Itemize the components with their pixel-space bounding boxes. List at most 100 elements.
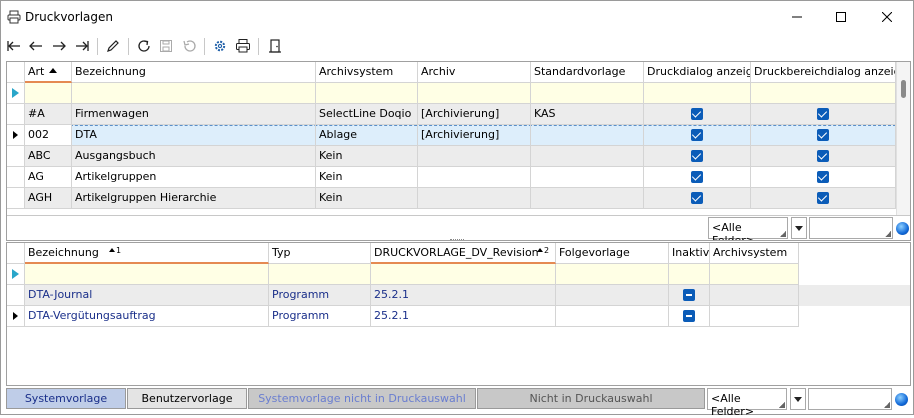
- filter-cell-druckbereichdialog[interactable]: [751, 83, 896, 104]
- column-header-archivsystem[interactable]: Archivsystem: [316, 62, 418, 83]
- column-header-bezeichnung[interactable]: Bezeichnung: [72, 62, 316, 83]
- bottom-filter-search-input[interactable]: [808, 388, 892, 410]
- cell-archivsystem: [710, 306, 799, 327]
- checkbox-checked[interactable]: [691, 171, 703, 183]
- column-header-bezeichnung[interactable]: Bezeichnung 1: [25, 243, 269, 264]
- row-indicator: [7, 104, 25, 125]
- cell-folgevorlage: [556, 306, 669, 327]
- prev-record-icon: [29, 41, 42, 51]
- save-button[interactable]: [155, 35, 177, 57]
- refresh-button[interactable]: [133, 35, 155, 57]
- resize-grip-icon: [884, 402, 890, 408]
- cell-standardvorlage: [531, 125, 644, 146]
- sort-order-badge: 2: [544, 246, 550, 255]
- filter-cell-bezeichnung[interactable]: [25, 264, 269, 285]
- column-header-typ[interactable]: Typ: [269, 243, 371, 264]
- scrollbar-thumb[interactable]: [901, 80, 906, 98]
- print-button[interactable]: [232, 35, 254, 57]
- filter-row: [7, 83, 910, 104]
- filter-cell-archiv[interactable]: [418, 83, 531, 104]
- settings-gear-icon: [214, 40, 226, 52]
- maximize-button[interactable]: [819, 1, 863, 33]
- splitter-grip[interactable]: [450, 239, 464, 241]
- first-record-button[interactable]: [3, 35, 25, 57]
- checkbox-checked[interactable]: [817, 108, 829, 120]
- table-row[interactable]: AG Artikelgruppen Kein: [7, 167, 910, 188]
- checkbox-checked[interactable]: [691, 150, 703, 162]
- resize-grip-icon: [885, 231, 891, 237]
- filter-cell-typ[interactable]: [269, 264, 371, 285]
- bottom-field-filter-dropdown[interactable]: [790, 388, 806, 410]
- row-indicator: [7, 306, 25, 327]
- close-icon: [882, 12, 892, 22]
- vorlagen-grid: Bezeichnung 1 Typ DRUCKVORLAGE_DV_Revisi…: [6, 242, 911, 386]
- globe-search-icon[interactable]: [895, 393, 908, 406]
- table-row[interactable]: DTA-Journal Programm 25.2.1: [7, 285, 910, 306]
- table-row[interactable]: AGH Artikelgruppen Hierarchie Kein: [7, 188, 910, 209]
- next-record-button[interactable]: [48, 35, 70, 57]
- checkbox-checked[interactable]: [691, 129, 703, 141]
- exit-button[interactable]: [264, 35, 286, 57]
- checkbox-checked[interactable]: [817, 171, 829, 183]
- legend-nicht-in-druckauswahl-button[interactable]: Nicht in Druckauswahl: [477, 388, 705, 409]
- column-header-archiv[interactable]: Archiv: [418, 62, 531, 83]
- grid-header-row: Art Bezeichnung Archivsystem Archiv Stan…: [7, 62, 910, 83]
- table-row[interactable]: ABC Ausgangsbuch Kein: [7, 146, 910, 167]
- field-filter-combo[interactable]: <Alle Felder>: [708, 217, 788, 240]
- filter-cell-art[interactable]: [25, 83, 72, 104]
- checkbox-checked[interactable]: [691, 192, 703, 204]
- toolbar-separator: [258, 38, 259, 55]
- column-header-druckdialog[interactable]: Druckdialog anzeigen: [644, 62, 751, 83]
- filter-cell-archivsystem[interactable]: [710, 264, 799, 285]
- filter-cell-archivsystem[interactable]: [316, 83, 418, 104]
- legend-systemvorlage-button[interactable]: Systemvorlage: [6, 388, 126, 409]
- column-header-folgevorlage[interactable]: Folgevorlage: [556, 243, 669, 264]
- checkbox-indeterminate[interactable]: [683, 289, 695, 301]
- settings-button[interactable]: [209, 35, 231, 57]
- row-indicator-header: [7, 62, 25, 83]
- last-record-button[interactable]: [71, 35, 93, 57]
- table-row[interactable]: DTA-Vergütungsauftrag Programm 25.2.1: [7, 306, 910, 327]
- filter-cell-folgevorlage[interactable]: [556, 264, 669, 285]
- legend-system-nicht-in-druckauswahl-button[interactable]: Systemvorlage nicht in Druckauswahl: [248, 388, 476, 409]
- resize-grip-icon: [780, 231, 786, 237]
- column-header-archivsystem[interactable]: Archivsystem: [710, 243, 799, 264]
- checkbox-checked[interactable]: [817, 150, 829, 162]
- legend-benutzervorlage-button[interactable]: Benutzervorlage: [127, 388, 247, 409]
- column-header-druckbereichdialog[interactable]: Druckbereichdialog anzeigen: [751, 62, 896, 83]
- close-button[interactable]: [865, 1, 909, 33]
- edit-button[interactable]: [102, 35, 124, 57]
- checkbox-checked[interactable]: [817, 129, 829, 141]
- column-header-art[interactable]: Art: [25, 62, 72, 83]
- cell-typ: Programm: [269, 285, 371, 306]
- prev-record-button[interactable]: [25, 35, 47, 57]
- table-row-selected[interactable]: 002 DTA Ablage [Archivierung]: [7, 125, 910, 146]
- column-header-inaktiv[interactable]: Inaktiv: [669, 243, 710, 264]
- filter-search-input[interactable]: [809, 217, 893, 239]
- top-grid-filter-bar: <Alle Felder>: [7, 215, 910, 240]
- cell-druckbereichdialog: [751, 104, 896, 125]
- filter-cell-bezeichnung[interactable]: [72, 83, 316, 104]
- filter-cell-druckdialog[interactable]: [644, 83, 751, 104]
- sort-ascending-icon: [537, 248, 543, 252]
- undo-button[interactable]: [178, 35, 200, 57]
- filter-cell-inaktiv[interactable]: [669, 264, 710, 285]
- column-header-standardvorlage[interactable]: Standardvorlage: [531, 62, 644, 83]
- globe-search-icon[interactable]: [896, 222, 909, 235]
- cell-typ: Programm: [269, 306, 371, 327]
- cell-archivsystem: Kein: [316, 146, 418, 167]
- vertical-scrollbar[interactable]: [896, 62, 910, 215]
- checkbox-indeterminate[interactable]: [683, 310, 695, 322]
- column-header-revision[interactable]: DRUCKVORLAGE_DV_Revision 2: [371, 243, 556, 264]
- current-row-arrow-icon: [13, 131, 18, 139]
- filter-cell-standardvorlage[interactable]: [531, 83, 644, 104]
- checkbox-checked[interactable]: [691, 108, 703, 120]
- druckvorlagen-window: Druckvorlagen Art Bezeichnung Archivsyst…: [0, 0, 914, 418]
- table-row[interactable]: #A Firmenwagen SelectLine Doqio [Archivi…: [7, 104, 910, 125]
- field-filter-dropdown[interactable]: [791, 217, 807, 239]
- minimize-button[interactable]: [775, 1, 819, 33]
- checkbox-checked[interactable]: [817, 192, 829, 204]
- sort-ascending-icon: [109, 248, 115, 252]
- filter-cell-revision[interactable]: [371, 264, 556, 285]
- bottom-field-filter-combo[interactable]: <Alle Felder>: [707, 388, 787, 418]
